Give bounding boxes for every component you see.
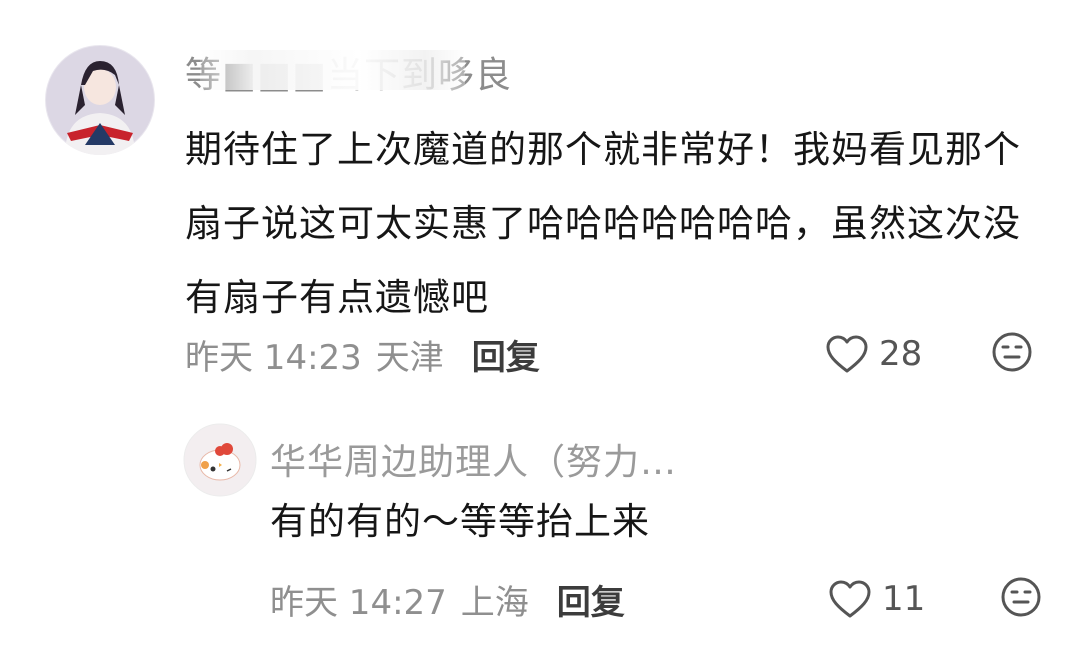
comment-location: 天津 [375,338,444,378]
meh-face-icon [1001,577,1041,617]
comment-text: 有的有的～等等抬上来 [270,500,650,543]
comment-time: 昨天 14:27 [270,583,447,623]
heart-outline-icon [826,335,868,373]
username[interactable]: 华华周边助理人（努力… [270,433,677,485]
avatar[interactable] [183,423,257,497]
comment-actions: 28 [825,331,1033,377]
like-count: 11 [882,579,926,619]
comment-location: 上海 [460,583,529,623]
reply-item: 华华周边助理人（努力… 有的有的～等等抬上来 昨天 14:27 上海 回复 11 [0,395,1080,661]
comment-item: 等■■■当下到哆良 期待住了上次魔道的那个就非常好！我妈看见那个扇子说这可太实惠… [0,0,1080,395]
avatar-image [45,45,155,155]
emoji-react-button[interactable] [991,331,1033,377]
comment-actions: 11 [828,576,1042,622]
avatar[interactable] [45,45,155,155]
comment-meta: 昨天 14:23 天津 回复 [185,330,540,379]
comment-text: 期待住了上次魔道的那个就非常好！我妈看见那个扇子说这可太实惠了哈哈哈哈哈哈哈，虽… [185,128,1021,319]
reply-button[interactable]: 回复 [472,330,540,379]
like-count: 28 [879,334,923,374]
comment-meta: 昨天 14:27 上海 回复 [270,575,625,624]
username-blur [200,50,465,90]
heart-outline-icon [829,580,871,618]
avatar-image [183,423,257,497]
reply-button[interactable]: 回复 [557,575,625,624]
like-button[interactable]: 28 [825,334,949,374]
comment-time: 昨天 14:23 [185,338,362,378]
emoji-react-button[interactable] [1000,576,1042,622]
like-button[interactable]: 11 [828,579,952,619]
meh-face-icon [992,332,1032,372]
